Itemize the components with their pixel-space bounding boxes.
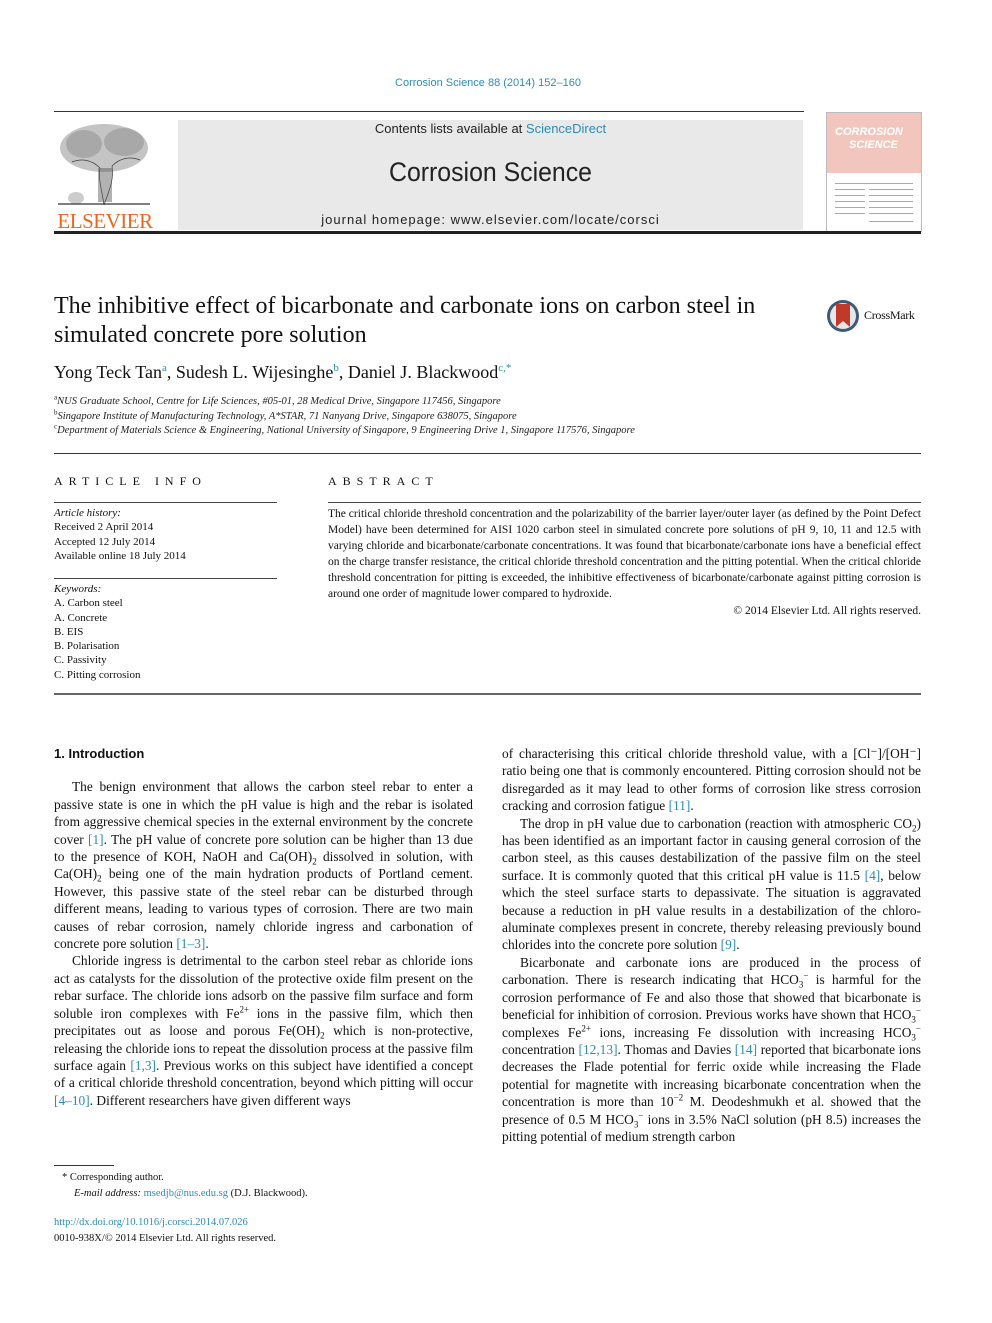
cover-title-line1: CORROSION [835, 126, 903, 138]
citation-link[interactable]: [4–10] [54, 1093, 90, 1108]
author-name[interactable]: Daniel J. Blackwood [348, 362, 498, 382]
email-link[interactable]: msedjb@nus.edu.sg [144, 1188, 228, 1199]
abstract-rule [328, 502, 921, 503]
author-affiliation-marker[interactable]: a [162, 362, 167, 374]
history-received: Received 2 April 2014 [54, 521, 154, 534]
cover-rule [835, 213, 865, 214]
citation-link[interactable]: [1] [88, 832, 104, 847]
cover-rule [869, 189, 913, 190]
cover-rule [869, 195, 913, 196]
header-top-rule [54, 111, 804, 112]
cover-title: CORROSION SCIENCE [835, 126, 903, 152]
doi-block: http://dx.doi.org/10.1016/j.corsci.2014.… [54, 1215, 276, 1246]
history-accepted: Accepted 12 July 2014 [54, 535, 156, 548]
crossmark-button[interactable]: CrossMark [826, 298, 926, 334]
contents-prefix: Contents lists available at [374, 121, 526, 136]
paragraph: The benign environment that allows the c… [54, 779, 474, 952]
keywords: Keywords: A. Carbon steel A. Concrete B.… [54, 582, 140, 682]
journal-homepage[interactable]: journal homepage: www.elsevier.com/locat… [178, 212, 803, 227]
article-info-rule [54, 502, 277, 503]
cover-rule [835, 201, 865, 202]
keyword-item: C. Pitting corrosion [54, 668, 141, 681]
journal-cover-thumbnail[interactable]: CORROSION SCIENCE [826, 112, 922, 232]
keyword-item: B. Polarisation [54, 640, 120, 653]
keyword-item: C. Passivity [54, 654, 107, 667]
abstract: The critical chloride threshold concentr… [328, 506, 921, 619]
email-line: E-mail address: msedjb@nus.edu.sg (D.J. … [54, 1186, 308, 1202]
paragraph: Bicarbonate and carbonate ions are produ… [502, 954, 922, 1144]
keyword-item: A. Carbon steel [54, 597, 123, 610]
citation-link[interactable]: [1–3] [176, 936, 205, 951]
journal-citation[interactable]: Corrosion Science 88 (2014) 152–160 [0, 77, 976, 89]
journal-title: Corrosion Science [389, 157, 592, 187]
body-column-left: 1. Introduction The benign environment t… [54, 745, 473, 1109]
body-column-right: of characterising this critical chloride… [502, 745, 921, 1145]
cover-rule [835, 207, 865, 208]
footnotes: * Corresponding author. E-mail address: … [54, 1170, 308, 1201]
article-info-heading: ARTICLE INFO [54, 474, 207, 488]
corresponding-author-note: * Corresponding author. [62, 1172, 164, 1183]
author-name[interactable]: Yong Teck Tan [54, 362, 162, 382]
keyword-item: B. EIS [54, 625, 84, 638]
journal-header-box: Contents lists available at ScienceDirec… [178, 120, 803, 230]
crossmark-label: CrossMark [864, 308, 915, 322]
crossmark-icon [827, 300, 859, 332]
cover-rule [869, 201, 913, 202]
affiliation-text: NUS Graduate School, Centre for Life Sci… [57, 396, 501, 407]
footnote-rule [54, 1165, 114, 1166]
citation-link[interactable]: [1,3] [130, 1058, 156, 1073]
abstract-text: The critical chloride threshold concentr… [328, 508, 921, 601]
author-list: Yong Teck Tana, Sudesh L. Wijesingheb, D… [54, 362, 512, 382]
cover-rule [869, 213, 913, 214]
citation-link[interactable]: [14] [735, 1042, 757, 1057]
history-online: Available online 18 July 2014 [54, 549, 186, 562]
author-affiliation-marker[interactable]: c,* [498, 362, 511, 374]
author-name[interactable]: Sudesh L. Wijesinghe [176, 362, 333, 382]
contents-line: Contents lists available at ScienceDirec… [178, 121, 803, 136]
affiliations: aNUS Graduate School, Centre for Life Sc… [54, 394, 635, 439]
front-matter-end-rule [54, 693, 921, 695]
cover-title-line2: SCIENCE [849, 139, 898, 151]
article-info-rule [54, 578, 277, 579]
sciencedirect-link[interactable]: ScienceDirect [526, 121, 606, 136]
cover-rule [835, 189, 865, 190]
affiliation-item: aNUS Graduate School, Centre for Life Sc… [54, 394, 635, 410]
keyword-item: A. Concrete [54, 611, 108, 624]
history-label: Article history: [54, 507, 121, 519]
article-history: Article history: Received 2 April 2014 A… [54, 506, 186, 563]
paper-title: The inhibitive effect of bicarbonate and… [54, 293, 756, 348]
author-affiliation-marker[interactable]: b [333, 362, 339, 374]
citation-link[interactable]: [9] [721, 937, 737, 952]
cover-rule [835, 183, 913, 184]
keywords-label: Keywords: [54, 583, 102, 595]
citation-link[interactable]: [4] [865, 868, 881, 883]
paragraph: of characterising this critical chloride… [502, 746, 921, 814]
section-divider [54, 453, 921, 454]
affiliation-item: bSingapore Institute of Manufacturing Te… [54, 409, 635, 425]
abstract-heading: ABSTRACT [328, 474, 439, 488]
cover-rule [869, 221, 913, 222]
doi-link[interactable]: http://dx.doi.org/10.1016/j.corsci.2014.… [54, 1217, 248, 1228]
abstract-copyright: © 2014 Elsevier Ltd. All rights reserved… [733, 604, 921, 617]
citation-link[interactable]: [12,13] [578, 1042, 617, 1057]
header-bottom-rule [54, 231, 921, 234]
citation-link[interactable]: [11] [669, 798, 691, 813]
affiliation-text: Singapore Institute of Manufacturing Tec… [57, 410, 517, 422]
cover-rule [835, 195, 865, 196]
email-suffix: (D.J. Blackwood). [227, 1187, 308, 1199]
issn-copyright: 0010-938X/© 2014 Elsevier Ltd. All right… [54, 1232, 277, 1244]
affiliation-item: cDepartment of Materials Science & Engin… [54, 423, 635, 439]
affiliation-text: Department of Materials Science & Engine… [57, 425, 635, 436]
paragraph: The drop in pH value due to carbonation … [502, 815, 922, 953]
paragraph: Chloride ingress is detrimental to the c… [54, 953, 473, 1108]
section-heading-introduction: 1. Introduction [54, 746, 145, 761]
email-label: E-mail address: [74, 1187, 144, 1199]
cover-rule [869, 207, 913, 208]
